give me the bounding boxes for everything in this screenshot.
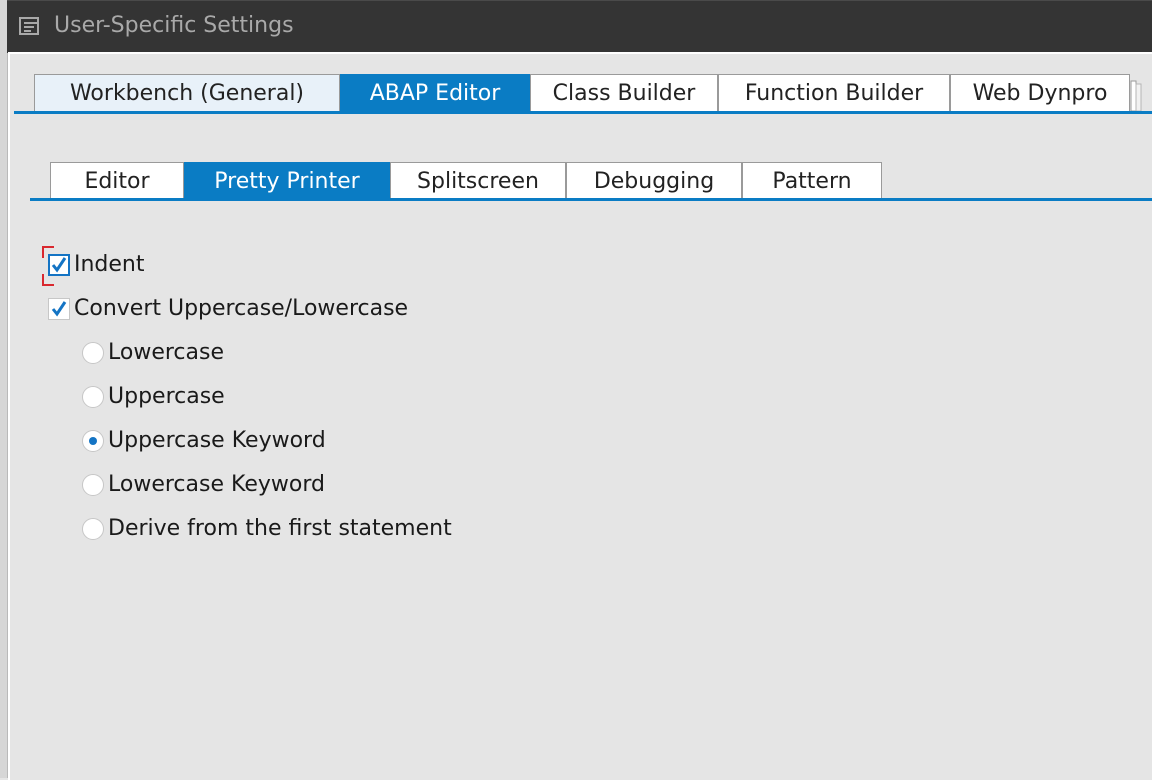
- window-title: User-Specific Settings: [54, 13, 294, 38]
- tab-editor[interactable]: Editor: [50, 162, 184, 200]
- radio-label: Lowercase Keyword: [108, 472, 325, 497]
- tab-workbench-general[interactable]: Workbench (General): [34, 74, 340, 112]
- tab-label: Class Builder: [552, 81, 696, 106]
- radio-lowercase[interactable]: Lowercase: [82, 338, 224, 368]
- tab-web-dynpro[interactable]: Web Dynpro: [950, 74, 1130, 112]
- radio-label: Uppercase: [108, 384, 225, 409]
- tab-overflow-icon[interactable]: [1130, 80, 1142, 112]
- sub-tab-strip: Editor Pretty Printer Splitscreen Debugg…: [50, 162, 882, 200]
- radio-button[interactable]: [82, 342, 104, 364]
- title-bar: User-Specific Settings: [7, 0, 1152, 53]
- indent-focus-frame: [42, 246, 74, 286]
- tab-pretty-printer[interactable]: Pretty Printer: [184, 162, 390, 200]
- radio-button-selected[interactable]: [82, 430, 104, 452]
- radio-label: Uppercase Keyword: [108, 428, 326, 453]
- main-tab-strip: Workbench (General) ABAP Editor Class Bu…: [34, 74, 1130, 112]
- radio-label: Lowercase: [108, 340, 224, 365]
- checkmark-icon: [51, 257, 67, 273]
- convert-case-option[interactable]: Convert Uppercase/Lowercase: [48, 294, 408, 324]
- radio-button[interactable]: [82, 386, 104, 408]
- tab-label: Debugging: [593, 169, 715, 194]
- convert-case-checkbox[interactable]: [48, 298, 70, 320]
- tab-label: Pattern: [772, 169, 852, 194]
- indent-option[interactable]: Indent: [42, 246, 145, 286]
- settings-window: User-Specific Settings Workbench (Genera…: [0, 0, 1152, 780]
- left-window-edge: [0, 0, 8, 778]
- tab-pattern[interactable]: Pattern: [742, 162, 882, 200]
- sub-tab-underline: [30, 198, 1152, 201]
- radio-uppercase-keyword[interactable]: Uppercase Keyword: [82, 426, 326, 456]
- tab-function-builder[interactable]: Function Builder: [718, 74, 950, 112]
- radio-uppercase[interactable]: Uppercase: [82, 382, 225, 412]
- radio-lowercase-keyword[interactable]: Lowercase Keyword: [82, 470, 325, 500]
- tab-debugging[interactable]: Debugging: [566, 162, 742, 200]
- tab-label: Web Dynpro: [972, 81, 1108, 106]
- tab-class-builder[interactable]: Class Builder: [530, 74, 718, 112]
- radio-button[interactable]: [82, 518, 104, 540]
- radio-derive-first-statement[interactable]: Derive from the first statement: [82, 514, 452, 544]
- tab-label: Pretty Printer: [214, 169, 360, 194]
- tab-label: ABAP Editor: [369, 81, 501, 106]
- indent-checkbox[interactable]: [48, 254, 70, 276]
- tab-splitscreen[interactable]: Splitscreen: [390, 162, 566, 200]
- radio-button[interactable]: [82, 474, 104, 496]
- tab-label: Workbench (General): [69, 81, 305, 106]
- convert-case-label: Convert Uppercase/Lowercase: [74, 296, 409, 321]
- tab-label: Editor: [84, 169, 150, 194]
- tab-label: Splitscreen: [417, 169, 539, 194]
- indent-label: Indent: [74, 252, 145, 277]
- checkmark-icon: [51, 301, 67, 317]
- main-tab-underline: [14, 111, 1152, 114]
- window-menu-icon[interactable]: [19, 15, 41, 37]
- tab-abap-editor[interactable]: ABAP Editor: [340, 74, 530, 112]
- tab-label: Function Builder: [744, 81, 924, 106]
- radio-label: Derive from the first statement: [108, 516, 452, 541]
- settings-content: Workbench (General) ABAP Editor Class Bu…: [8, 52, 1152, 780]
